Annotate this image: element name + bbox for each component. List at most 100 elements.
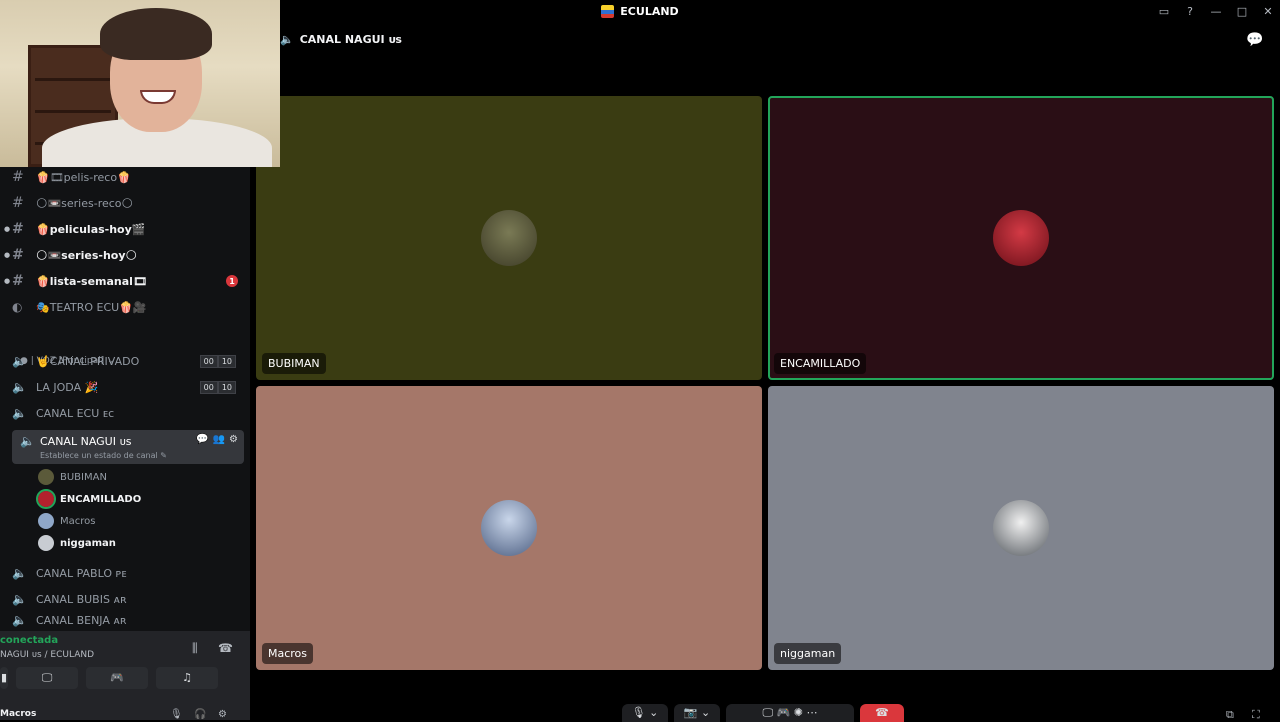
person-hair — [100, 8, 212, 60]
member-name: niggaman — [60, 537, 116, 549]
hash-icon: # — [12, 273, 24, 289]
activity-button[interactable]: 🎮 — [86, 667, 148, 689]
user-limit: 10 — [217, 354, 236, 368]
tile-name-label: BUBIMAN — [262, 353, 326, 374]
settings-icon[interactable]: ⚙ — [229, 434, 238, 445]
channel-label: CANAL PABLO ᴘᴇ — [36, 566, 127, 580]
user-panel: Macros 🎙 🎧 ⚙ — [0, 693, 250, 720]
stage-icon: ◐ — [12, 300, 23, 314]
chat-bubble-icon[interactable]: 💬 — [1246, 32, 1263, 48]
user-limit-badge: 00 10 — [199, 354, 236, 368]
voice-channel-bubis[interactable]: 🔈 CANAL BUBIS ᴀʀ — [12, 587, 244, 611]
voice-member-niggaman[interactable]: niggaman — [38, 533, 116, 553]
tile-name-label: ENCAMILLADO — [774, 353, 867, 374]
minimize-button[interactable]: — — [1210, 5, 1222, 18]
window-title: ECULAND — [620, 4, 679, 18]
unread-indicator: ● — [4, 251, 11, 259]
hash-icon: # — [12, 195, 24, 211]
screen-share-button[interactable]: 🖵 — [16, 667, 78, 689]
help-icon[interactable]: ? — [1184, 5, 1196, 18]
text-channel-lista-semanal[interactable]: ● # 🍿lista-semanal🎞 1 — [4, 269, 244, 293]
close-button[interactable]: ✕ — [1262, 5, 1274, 18]
voice-channel-privado[interactable]: 🔈 🤘CANAL PRIVADO 00 10 — [12, 349, 244, 373]
speaker-icon: 🔈 — [20, 434, 35, 448]
text-channel-series-reco[interactable]: # 🌕📼series-reco🌕 — [12, 191, 244, 215]
inbox-icon[interactable]: ▭ — [1158, 5, 1170, 18]
voice-channel-nagui-active[interactable]: 🔈 CANAL NAGUI ᴜs Establece un estado de … — [12, 430, 244, 464]
text-channel-series-hoy[interactable]: ● # 🌕📼series-hoy🌕 — [4, 243, 244, 267]
avatar — [993, 210, 1049, 266]
member-name: BUBIMAN — [60, 471, 107, 483]
member-name: Macros — [60, 515, 96, 527]
channel-label: 🎭TEATRO ECU🍿🎥 — [36, 300, 147, 314]
headphones-icon[interactable]: 🎧 — [194, 709, 206, 720]
chat-icon[interactable]: 💬 — [196, 434, 208, 445]
call-header: 🔈 CANAL NAGUI ᴜs — [280, 33, 402, 46]
call-channel-title: CANAL NAGUI ᴜs — [299, 33, 402, 46]
soundboard-button[interactable]: ♫ — [156, 667, 218, 689]
voice-member-bubiman[interactable]: BUBIMAN — [38, 467, 107, 487]
speaker-icon: 🔈 — [12, 354, 27, 368]
avatar — [481, 210, 537, 266]
channel-label: CANAL ECU ᴇᴄ — [36, 406, 115, 420]
call-controls: 🎙 ⌄ 📷 ⌄ 🖵 🎮 ✺ ⋯ ☎ — [622, 704, 904, 722]
unread-indicator: ● — [4, 277, 11, 285]
unread-indicator: ● — [4, 225, 11, 233]
voice-channel-pablo[interactable]: 🔈 CANAL PABLO ᴘᴇ — [12, 561, 244, 585]
text-channel-peliculas-hoy[interactable]: ● # 🍿peliculas-hoy🎬 — [4, 217, 244, 241]
stage-channel-teatro[interactable]: ◐ 🎭TEATRO ECU🍿🎥 — [12, 295, 244, 319]
hash-icon: # — [12, 169, 24, 185]
tile-name-label: niggaman — [774, 643, 842, 664]
mute-button[interactable]: 🎙 ⌄ — [622, 704, 668, 722]
voice-connection-panel: conectada NAGUI ᴜs / ECULAND ⫼ ☎ — [0, 631, 250, 669]
video-tile-encamillado[interactable]: ENCAMILLADO — [768, 96, 1274, 380]
speaker-icon: 🔈 — [12, 380, 27, 394]
video-tile-niggaman[interactable]: niggaman — [768, 386, 1274, 670]
channel-label: CANAL BENJA ᴀʀ — [36, 613, 127, 627]
channel-label: LA JODA 🎉 — [36, 380, 99, 394]
connection-status: conectada — [0, 635, 59, 646]
microphone-icon[interactable]: 🎙 — [170, 709, 183, 720]
speaker-icon: 🔈 — [280, 33, 294, 46]
maximize-button[interactable]: □ — [1236, 5, 1248, 18]
channel-label: CANAL NAGUI ᴜs — [40, 435, 132, 448]
video-toggle-button[interactable]: 📷 ⌄ — [674, 704, 720, 722]
username[interactable]: Macros — [0, 709, 36, 719]
video-tile-bubiman[interactable]: BUBIMAN — [256, 96, 762, 380]
channel-status[interactable]: Establece un estado de canal ✎ — [40, 451, 167, 460]
channel-label: 🍿🎞pelis-reco🍿 — [36, 170, 131, 184]
voice-channel-benja[interactable]: 🔈 CANAL BENJA ᴀʀ — [12, 613, 244, 627]
speaker-icon: 🔈 — [12, 566, 27, 580]
speaker-icon: 🔈 — [12, 613, 27, 627]
avatar — [993, 500, 1049, 556]
hang-up-button[interactable]: ☎ — [860, 704, 904, 722]
avatar — [38, 469, 54, 485]
user-limit-badge: 00 10 — [199, 380, 236, 394]
avatar — [38, 535, 54, 551]
voice-channel-la-joda[interactable]: 🔈 LA JODA 🎉 00 10 — [12, 375, 244, 399]
voice-member-macros[interactable]: Macros — [38, 511, 95, 531]
text-channel-pelis-reco[interactable]: # 🍿🎞pelis-reco🍿 — [12, 165, 244, 189]
noise-suppression-icon[interactable]: ⫼ — [192, 641, 198, 656]
channel-label: 🤘CANAL PRIVADO — [36, 354, 140, 368]
connection-location[interactable]: NAGUI ᴜs / ECULAND — [0, 650, 94, 660]
voice-member-encamillado[interactable]: ENCAMILLADO — [36, 489, 141, 509]
video-tile-macros[interactable]: Macros — [256, 386, 762, 670]
user-count: 00 — [199, 380, 218, 394]
user-count: 00 — [199, 354, 218, 368]
activities-group[interactable]: 🖵 🎮 ✺ ⋯ — [726, 704, 854, 722]
disconnect-icon[interactable]: ☎ — [218, 641, 233, 655]
user-settings-icon[interactable]: ⚙ — [218, 709, 227, 720]
invite-icon[interactable]: 👥 — [213, 434, 225, 445]
camera-button[interactable]: ▮ — [0, 667, 8, 689]
channel-label: 🌕📼series-hoy🌕 — [36, 248, 137, 262]
voice-channel-ecu[interactable]: 🔈 CANAL ECU ᴇᴄ — [12, 401, 244, 425]
avatar — [38, 513, 54, 529]
hash-icon: # — [12, 247, 24, 263]
channel-label: 🍿peliculas-hoy🎬 — [36, 222, 146, 236]
mention-badge: 1 — [226, 275, 238, 287]
channel-label: CANAL BUBIS ᴀʀ — [36, 592, 127, 606]
app-title: ECULAND — [601, 4, 679, 18]
tile-name-label: Macros — [262, 643, 314, 664]
hash-icon: # — [12, 221, 24, 237]
